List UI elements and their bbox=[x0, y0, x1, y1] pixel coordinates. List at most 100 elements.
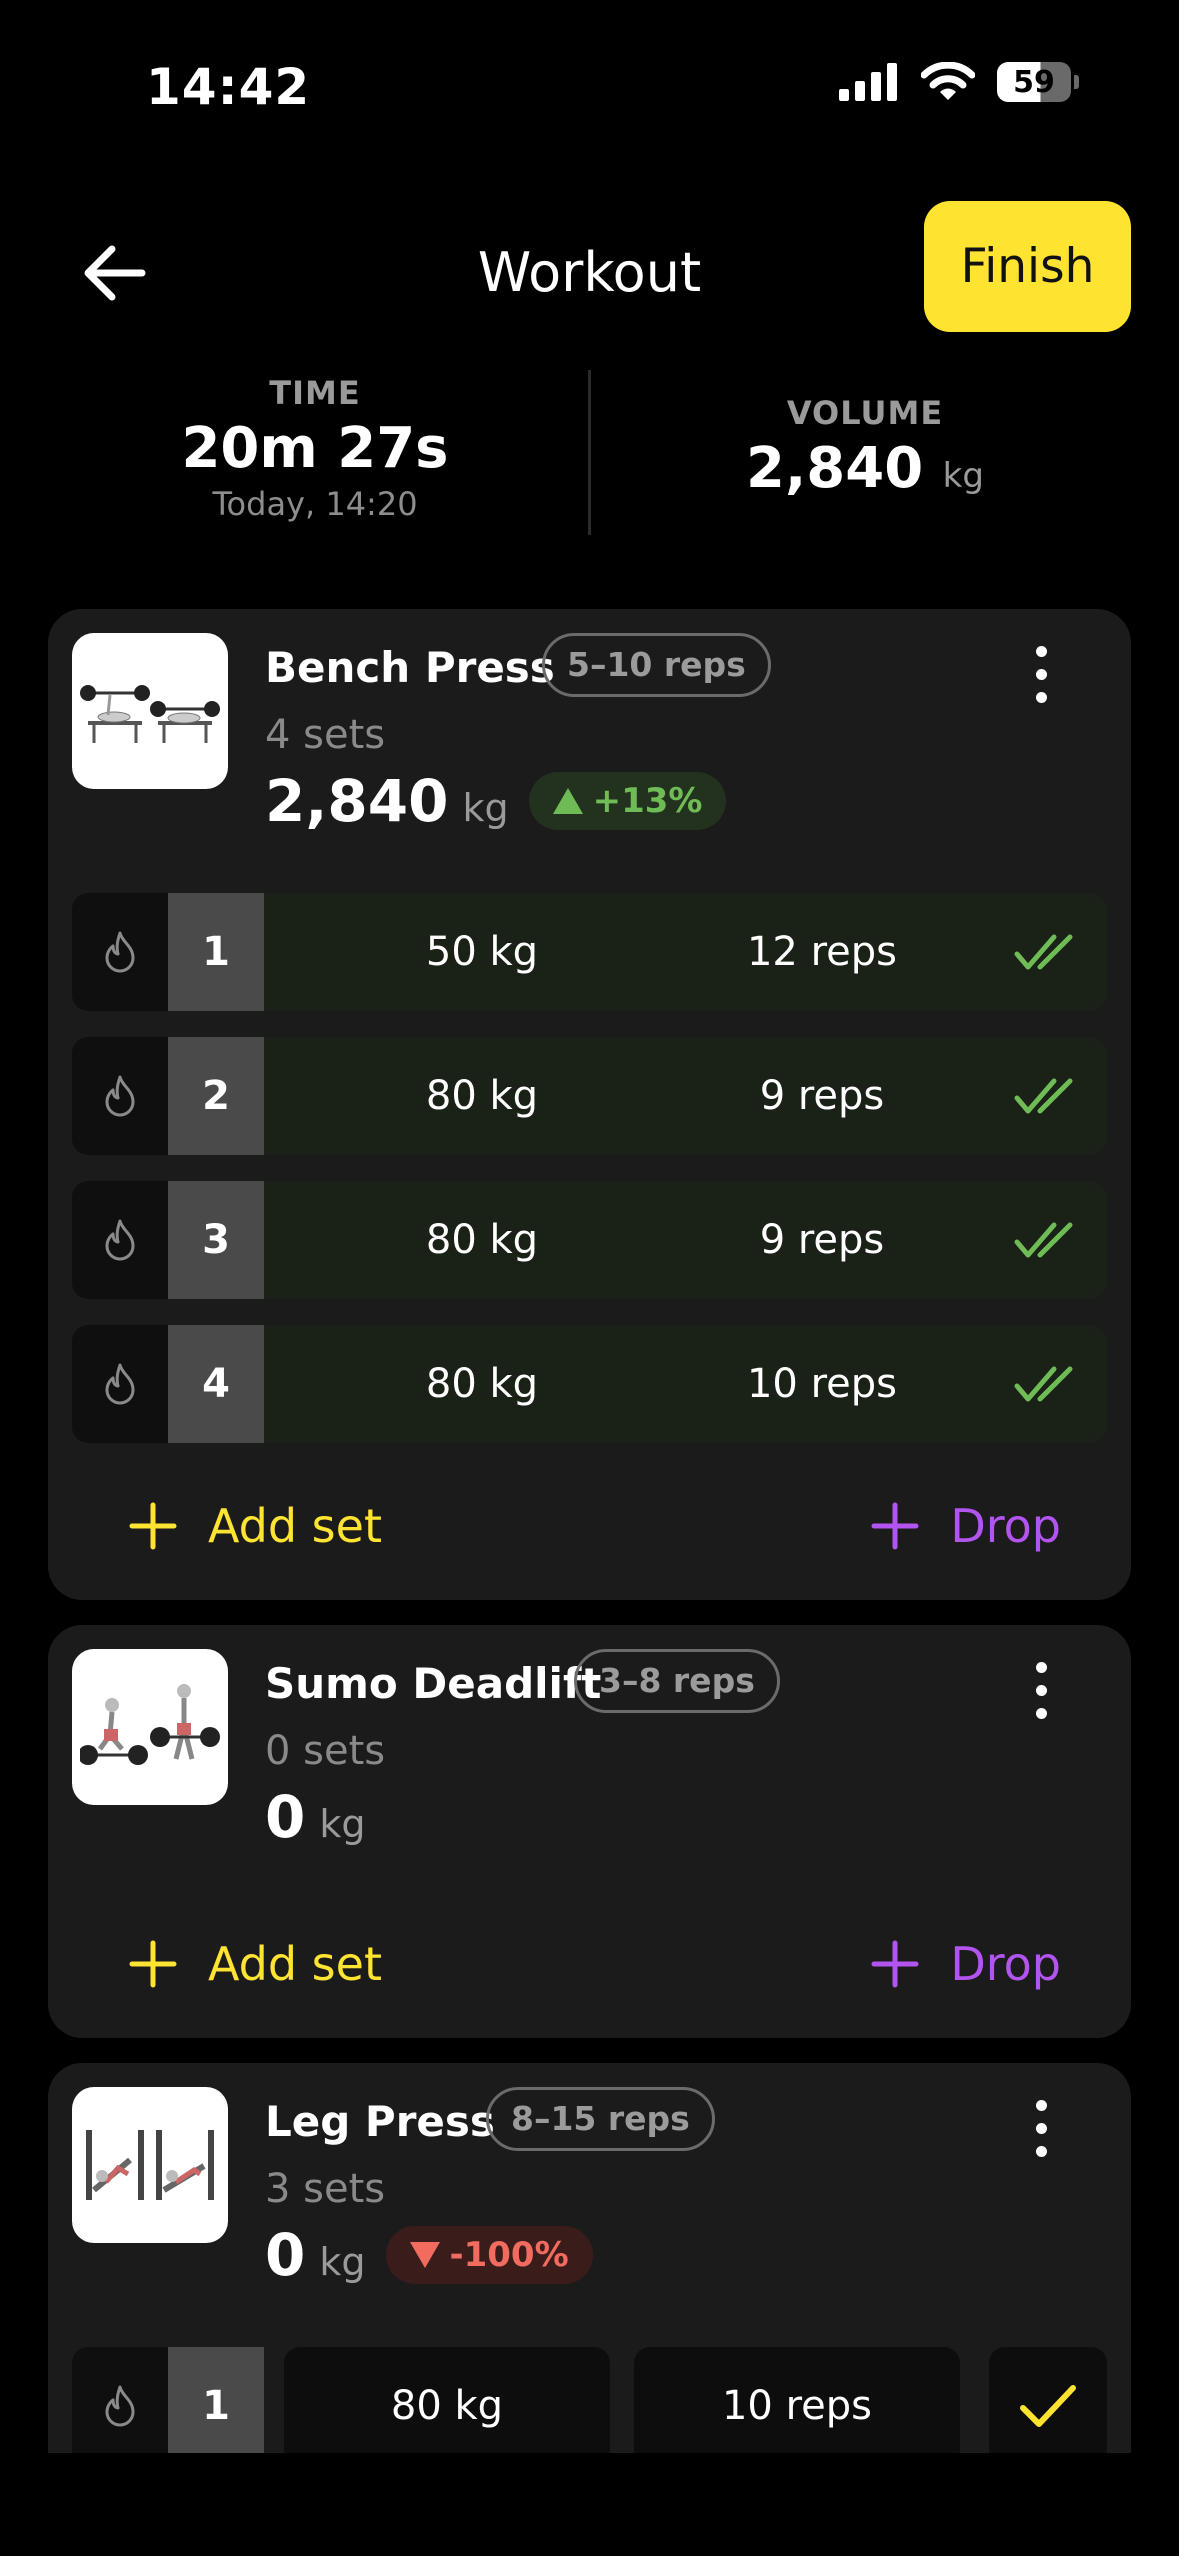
set-reps[interactable]: 9 reps bbox=[672, 1181, 972, 1299]
volume-unit: kg bbox=[319, 1802, 366, 1846]
more-options-button[interactable] bbox=[1011, 1645, 1071, 1735]
drop-label: Drop bbox=[950, 1499, 1061, 1553]
set-row[interactable]: 2 80 kg 9 reps bbox=[72, 1037, 1107, 1155]
volume-change-badge: +13% bbox=[528, 772, 727, 830]
volume-change-value: +13% bbox=[592, 781, 703, 821]
volume-change-badge: -100% bbox=[385, 2226, 593, 2284]
set-complete-toggle[interactable] bbox=[1011, 1347, 1087, 1421]
flame-icon bbox=[105, 1219, 135, 1261]
flame-icon bbox=[105, 1075, 135, 1117]
set-number: 1 bbox=[168, 893, 264, 1011]
exercise-thumbnail[interactable] bbox=[72, 1649, 228, 1805]
status-time: 14:42 bbox=[146, 58, 311, 116]
complete-set-button[interactable] bbox=[989, 2347, 1107, 2453]
volume-label: VOLUME bbox=[786, 394, 944, 432]
set-weight[interactable]: 80 kg bbox=[332, 1325, 632, 1443]
set-row[interactable]: 1 50 kg 12 reps bbox=[72, 893, 1107, 1011]
flame-icon bbox=[105, 2385, 135, 2427]
set-number: 3 bbox=[168, 1181, 264, 1299]
warmup-toggle[interactable] bbox=[72, 1181, 168, 1299]
set-weight[interactable]: 50 kg bbox=[332, 893, 632, 1011]
leg-press-illustration bbox=[86, 2130, 214, 2200]
volume-value-line: 2,840 kg bbox=[670, 436, 1060, 501]
double-check-icon bbox=[1014, 1078, 1073, 1114]
set-reps[interactable]: 12 reps bbox=[672, 893, 972, 1011]
exercise-volume: 2,840 kg +13% bbox=[265, 767, 727, 835]
exercise-name[interactable]: Sumo Deadlift bbox=[265, 1659, 601, 1708]
exercise-name[interactable]: Bench Press bbox=[265, 643, 555, 692]
volume-unit: kg bbox=[942, 456, 984, 496]
set-weight[interactable]: 80 kg bbox=[332, 1037, 632, 1155]
volume-summary: VOLUME 2,840 kg bbox=[670, 394, 1060, 501]
exercise-volume: 0 kg -100% bbox=[265, 2221, 593, 2289]
volume-unit: kg bbox=[319, 2240, 366, 2284]
double-check-icon bbox=[1014, 1366, 1073, 1402]
add-set-button[interactable]: Add set bbox=[128, 1499, 382, 1553]
bench-press-illustration bbox=[80, 685, 220, 743]
set-complete-toggle[interactable] bbox=[1011, 1203, 1087, 1277]
back-button[interactable] bbox=[70, 228, 160, 318]
set-weight[interactable]: 80 kg bbox=[332, 1181, 632, 1299]
more-options-button[interactable] bbox=[1011, 629, 1071, 719]
plus-icon bbox=[129, 1940, 177, 1988]
plus-icon bbox=[129, 1502, 177, 1550]
warmup-toggle[interactable] bbox=[72, 893, 168, 1011]
flame-icon bbox=[105, 1363, 135, 1405]
sets-count: 4 sets bbox=[265, 712, 386, 758]
sets-count: 3 sets bbox=[265, 2166, 386, 2212]
set-complete-toggle[interactable] bbox=[1011, 1059, 1087, 1133]
volume-number: 0 bbox=[265, 1783, 306, 1851]
set-row[interactable]: 3 80 kg 9 reps bbox=[72, 1181, 1107, 1299]
volume-change-value: -100% bbox=[449, 2235, 569, 2275]
set-reps-input[interactable]: 10 reps bbox=[634, 2347, 960, 2453]
set-number: 1 bbox=[168, 2347, 264, 2453]
reps-range-badge: 3–8 reps bbox=[574, 1649, 780, 1713]
plus-icon bbox=[871, 1940, 919, 1988]
set-weight-input[interactable]: 80 kg bbox=[284, 2347, 610, 2453]
set-reps[interactable]: 9 reps bbox=[672, 1037, 972, 1155]
time-value: 20m 27s bbox=[181, 416, 449, 481]
set-row-pending[interactable]: 1 80 kg 10 reps bbox=[72, 2347, 1107, 2453]
set-number: 2 bbox=[168, 1037, 264, 1155]
flame-icon bbox=[105, 931, 135, 973]
checkmark-icon bbox=[1020, 2385, 1076, 2427]
exercise-thumbnail[interactable] bbox=[72, 633, 228, 789]
volume-value: 2,840 bbox=[746, 436, 924, 501]
exercise-name[interactable]: Leg Press bbox=[265, 2097, 495, 2146]
wifi-icon bbox=[921, 62, 975, 100]
arrow-left-icon bbox=[84, 245, 146, 301]
exercise-card-leg-press: Leg Press 8–15 reps 3 sets 0 kg -100% 1 … bbox=[48, 2063, 1131, 2453]
set-reps[interactable]: 10 reps bbox=[672, 1325, 972, 1443]
reps-range-badge: 5–10 reps bbox=[542, 633, 771, 697]
battery-level: 59 bbox=[997, 62, 1071, 102]
double-check-icon bbox=[1014, 934, 1073, 970]
add-drop-set-button[interactable]: Drop bbox=[870, 1499, 1061, 1553]
exercise-thumbnail[interactable] bbox=[72, 2087, 228, 2243]
reps-range-badge: 8–15 reps bbox=[486, 2087, 715, 2151]
time-label: TIME bbox=[269, 374, 361, 412]
more-options-button[interactable] bbox=[1011, 2083, 1071, 2173]
sets-count: 0 sets bbox=[265, 1728, 386, 1774]
time-started: Today, 14:20 bbox=[212, 485, 418, 523]
add-set-button[interactable]: Add set bbox=[128, 1937, 382, 1991]
trend-up-icon bbox=[552, 788, 583, 814]
double-check-icon bbox=[1014, 1222, 1073, 1258]
trend-down-icon bbox=[409, 2242, 440, 2268]
warmup-toggle[interactable] bbox=[72, 1325, 168, 1443]
add-set-label: Add set bbox=[208, 1937, 382, 1991]
add-drop-set-button[interactable]: Drop bbox=[870, 1937, 1061, 1991]
battery-icon: 59 bbox=[997, 62, 1079, 102]
drop-label: Drop bbox=[950, 1937, 1061, 1991]
sumo-deadlift-illustration bbox=[80, 1684, 220, 1765]
summary-divider bbox=[588, 370, 591, 535]
warmup-toggle[interactable] bbox=[72, 1037, 168, 1155]
set-row[interactable]: 4 80 kg 10 reps bbox=[72, 1325, 1107, 1443]
set-number: 4 bbox=[168, 1325, 264, 1443]
warmup-toggle[interactable] bbox=[72, 2347, 168, 2453]
plus-icon bbox=[871, 1502, 919, 1550]
exercise-card-bench-press: Bench Press 5–10 reps 4 sets 2,840 kg +1… bbox=[48, 609, 1131, 1600]
finish-button[interactable]: Finish bbox=[924, 201, 1131, 332]
set-complete-toggle[interactable] bbox=[1011, 915, 1087, 989]
status-icons: 59 bbox=[839, 62, 1079, 102]
time-summary: TIME 20m 27s Today, 14:20 bbox=[120, 374, 510, 523]
